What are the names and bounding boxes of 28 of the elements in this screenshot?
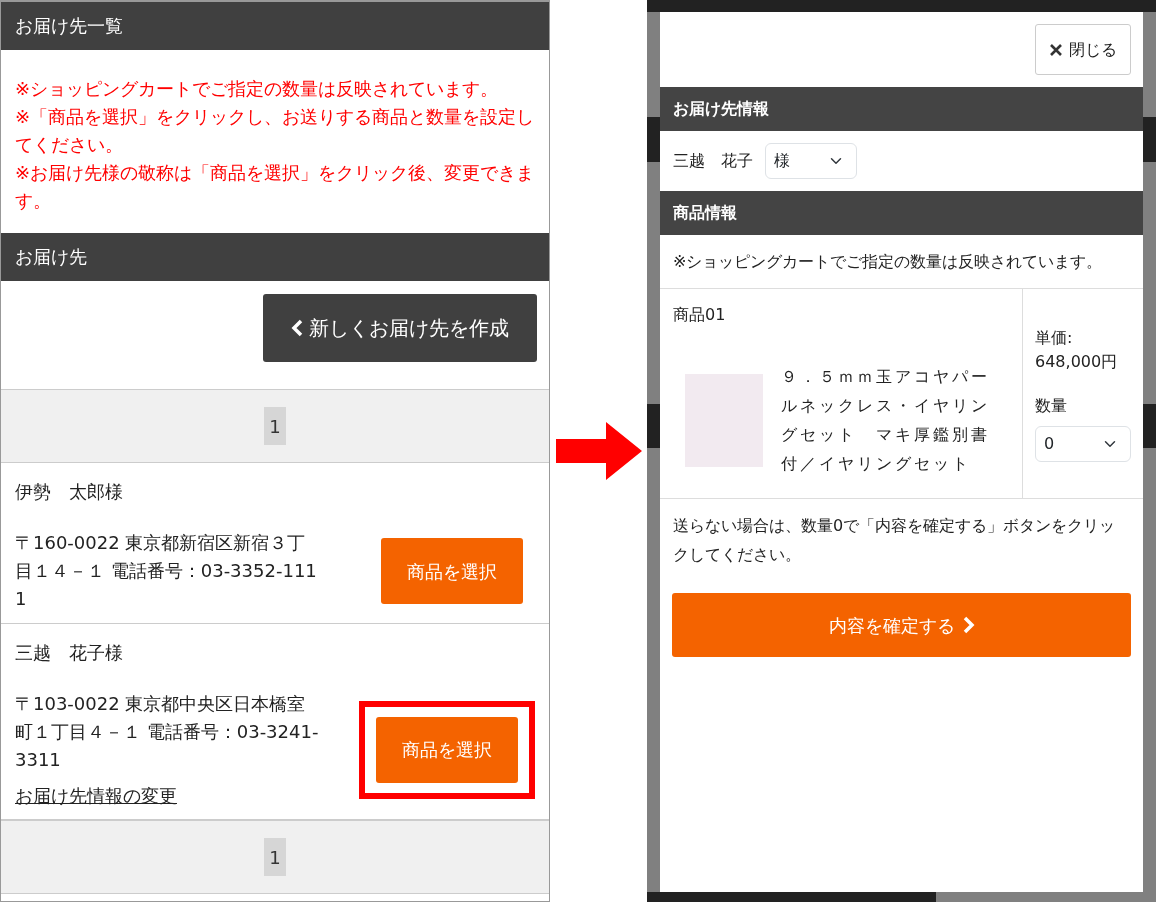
- chevron-left-icon: [291, 319, 303, 337]
- section-header: お届け先: [1, 233, 549, 281]
- chevron-right-icon: [962, 616, 975, 634]
- section-header: お届け先情報: [660, 87, 1143, 131]
- create-address-button[interactable]: 新しくお届け先を作成: [263, 294, 537, 362]
- close-icon: [1049, 42, 1063, 57]
- page-number[interactable]: 1: [264, 838, 286, 876]
- section-header: 商品情報: [660, 191, 1143, 235]
- recipient-name: 三越 花子様: [15, 641, 124, 665]
- product-name: ９．５ｍｍ玉アコヤパールネックレス・イヤリングセット マキ厚鑑別書付／イヤリングセット: [781, 366, 991, 475]
- recipient-name: 三越 花子: [673, 150, 753, 172]
- instruction-text: 送らない場合は、数量0で「内容を確定する」ボタンをクリックしてください。: [672, 515, 1117, 566]
- arrow-right-icon: [555, 422, 642, 480]
- recipient-name: 伊勢 太郎様: [15, 480, 124, 504]
- page-number[interactable]: 1: [264, 407, 286, 445]
- address-text: 〒160-0022 東京都新宿区新宿３丁目１４－１ 電話番号：03-3352-1111: [15, 531, 318, 611]
- quantity-select[interactable]: 0: [1035, 425, 1131, 462]
- price-label: 単価:: [1035, 326, 1074, 349]
- notice-text: ※ショッピングカートでご指定の数量は反映されています。 ※「商品を選択」をクリックし、お送りする商品と数量を設定してください。 ※お届け先様の敬称は「商品を選択」をクリック後、変更できます。: [14, 77, 536, 213]
- close-button[interactable]: 閉じる: [1035, 24, 1131, 75]
- honorific-select[interactable]: 様: [765, 143, 857, 179]
- edit-address-link[interactable]: お届け先情報の変更: [15, 782, 177, 809]
- notice-text: ※ショッピングカートでご指定の数量は反映されています。: [660, 235, 1143, 289]
- panel-header: お届け先一覧: [1, 2, 549, 50]
- product-label: 商品01: [673, 304, 727, 326]
- price-value: 648,000円: [1035, 350, 1119, 373]
- address-text: 〒103-0022 東京都中央区日本橋室町１丁目４－１ 電話番号：03-3241-3311: [15, 692, 320, 772]
- quantity-label: 数量: [1035, 394, 1068, 417]
